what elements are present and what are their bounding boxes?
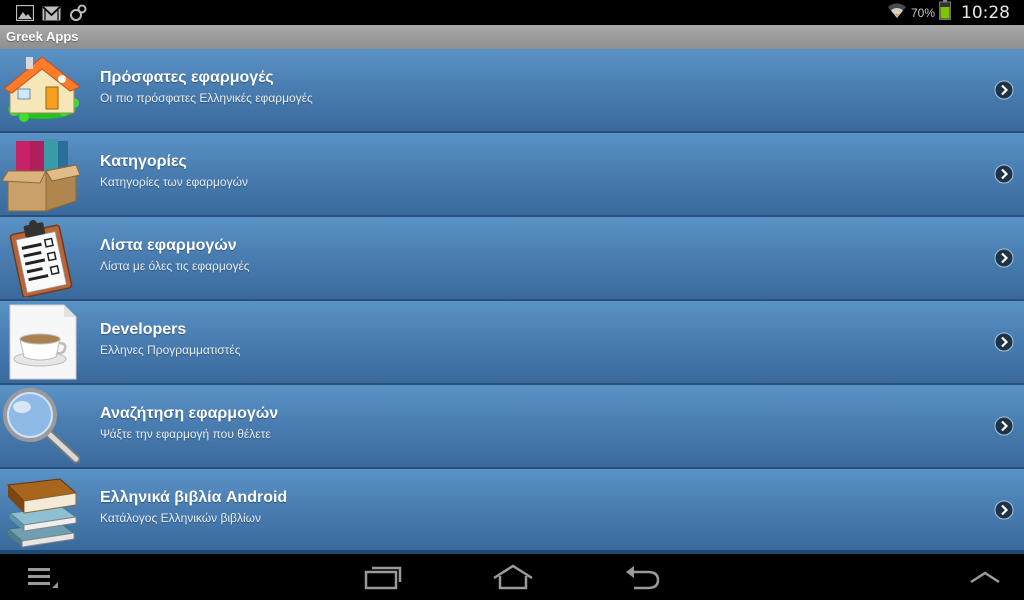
expand-up-icon[interactable] <box>968 562 1002 592</box>
chevron-right-icon <box>994 332 1014 352</box>
battery-icon <box>939 0 951 25</box>
menu-item-categories[interactable]: Κατηγορίες Κατηγορίες των εφαρμογών <box>0 133 1024 217</box>
menu-item-title: Αναζήτηση εφαρμογών <box>100 405 279 422</box>
menu-item-search-apps[interactable]: Αναζήτηση εφαρμογών Ψάξτε την εφαρμογή π… <box>0 385 1024 469</box>
box-of-books-icon <box>1 135 81 213</box>
chevron-right-icon <box>994 164 1014 184</box>
app-title-bar: Greek Apps <box>0 25 1024 50</box>
menu-item-subtitle: Κατάλογος Ελληνικών βιβλίων <box>100 511 261 525</box>
chevron-right-icon <box>994 80 1014 100</box>
menu-item-title: Λίστα εφαρμογών <box>100 237 237 254</box>
menu-item-recent-apps[interactable]: Πρόσφατες εφαρμογές Οι πιο πρόσφατες Ελλ… <box>0 49 1024 133</box>
menu-list: Πρόσφατες εφαρμογές Οι πιο πρόσφατες Ελλ… <box>0 49 1024 553</box>
magnifier-icon <box>2 387 81 465</box>
sync-notification-icon <box>69 4 87 22</box>
gallery-notification-icon <box>16 5 34 21</box>
gmail-notification-icon <box>42 5 61 21</box>
menu-item-title: Πρόσφατες εφαρμογές <box>100 69 274 86</box>
menu-item-title: Developers <box>100 321 187 338</box>
recent-apps-icon[interactable] <box>364 562 404 592</box>
chevron-right-icon <box>994 416 1014 436</box>
menu-item-developers[interactable]: Developers Ελληνες Προγραμματιστές <box>0 301 1024 385</box>
system-status: 70% 10:28 <box>887 0 1010 25</box>
menu-item-subtitle: Οι πιο πρόσφατες Ελληνικές εφαρμογές <box>100 91 313 105</box>
back-icon[interactable] <box>624 562 662 592</box>
menu-item-app-list[interactable]: Λίστα εφαρμογών Λίστα με όλες τις εφαρμο… <box>0 217 1024 301</box>
menu-item-subtitle: Ελληνες Προγραμματιστές <box>100 343 241 357</box>
screen: 70% 10:28 Greek Apps Πρόσφατες εφαρμογές… <box>0 0 1024 600</box>
menu-item-subtitle: Λίστα με όλες τις εφαρμογές <box>100 259 250 273</box>
menu-item-subtitle: Ψάξτε την εφαρμογή που θέλετε <box>100 427 271 441</box>
menu-item-greek-android-books[interactable]: Ελληνικά βιβλία Android Κατάλογος Ελληνι… <box>0 469 1024 553</box>
app-title: Greek Apps <box>6 29 79 44</box>
menu-item-title: Ελληνικά βιβλία Android <box>100 489 288 506</box>
clock: 10:28 <box>961 2 1010 23</box>
house-icon <box>2 51 81 129</box>
battery-percent: 70% <box>910 5 935 20</box>
status-bar: 70% 10:28 <box>0 0 1024 25</box>
chevron-right-icon <box>994 248 1014 268</box>
menu-item-title: Κατηγορίες <box>100 153 187 170</box>
home-icon[interactable] <box>492 562 534 592</box>
notification-icons <box>16 4 87 22</box>
books-stack-icon <box>2 471 80 549</box>
wifi-icon <box>887 1 907 24</box>
menu-item-subtitle: Κατηγορίες των εφαρμογών <box>100 175 248 189</box>
menu-icon[interactable] <box>26 562 60 592</box>
chevron-right-icon <box>994 500 1014 520</box>
coffee-cup-icon <box>2 303 80 381</box>
clipboard-icon <box>2 219 80 298</box>
system-nav-bar <box>0 554 1024 600</box>
